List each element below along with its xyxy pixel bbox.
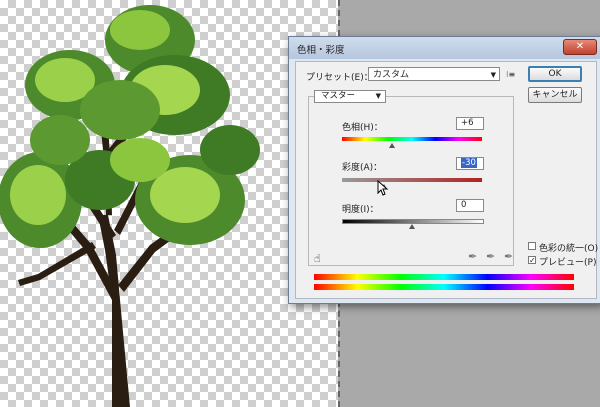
hand-tool-icon[interactable]: ☝ — [314, 252, 321, 265]
hue-field[interactable]: +6 — [456, 117, 484, 130]
dialog-titlebar[interactable]: 色相・彩度 ✕ — [289, 37, 600, 59]
close-button[interactable]: ✕ — [563, 39, 597, 55]
hue-saturation-dialog: 色相・彩度 ✕ プリセット(E)： カスタム ▼ ⁝≡ OK キャンセル マスタ… — [288, 36, 600, 304]
hue-slider-track[interactable] — [342, 137, 482, 141]
eyedropper-minus-icon[interactable]: ✒ — [504, 250, 513, 263]
saturation-field[interactable]: -30 — [456, 157, 484, 170]
hue-slider-thumb[interactable] — [389, 143, 395, 148]
saturation-value: -30 — [461, 158, 477, 168]
chevron-down-icon: ▼ — [490, 71, 496, 79]
lightness-field[interactable]: 0 — [456, 199, 484, 212]
dialog-title: 色相・彩度 — [297, 45, 345, 56]
output-color-spectrum — [314, 284, 574, 290]
mouse-cursor-icon — [377, 180, 389, 196]
cancel-button[interactable]: キャンセル — [528, 87, 582, 103]
hue-label: 色相(H)： — [342, 123, 383, 133]
input-color-spectrum — [314, 274, 574, 280]
colorize-checkbox[interactable] — [528, 242, 536, 250]
preset-select[interactable]: カスタム ▼ — [368, 67, 500, 81]
chevron-down-icon: ▼ — [375, 92, 381, 100]
eyedropper-plus-icon[interactable]: ✒ — [486, 250, 495, 263]
colorize-label: 色彩の統一(O) — [539, 244, 599, 254]
preset-options-icon[interactable]: ⁝≡ — [506, 70, 515, 79]
preview-checkbox[interactable]: ✓ — [528, 256, 536, 265]
eyedropper-icon[interactable]: ✒ — [468, 250, 477, 263]
preset-value: カスタム — [373, 70, 410, 80]
lightness-slider-thumb[interactable] — [409, 224, 415, 229]
preset-label: プリセット(E)： — [306, 73, 373, 83]
preview-label: プレビュー(P) — [539, 258, 597, 268]
saturation-label: 彩度(A)： — [342, 163, 383, 173]
channel-select[interactable]: マスター ▼ — [314, 90, 386, 103]
ok-button[interactable]: OK — [528, 66, 582, 82]
lightness-label: 明度(I)： — [342, 205, 379, 215]
dialog-content: プリセット(E)： カスタム ▼ ⁝≡ OK キャンセル マスター ▼ 色相(H… — [295, 61, 599, 299]
saturation-slider-track[interactable] — [342, 178, 482, 182]
channel-value: マスター — [321, 91, 356, 101]
